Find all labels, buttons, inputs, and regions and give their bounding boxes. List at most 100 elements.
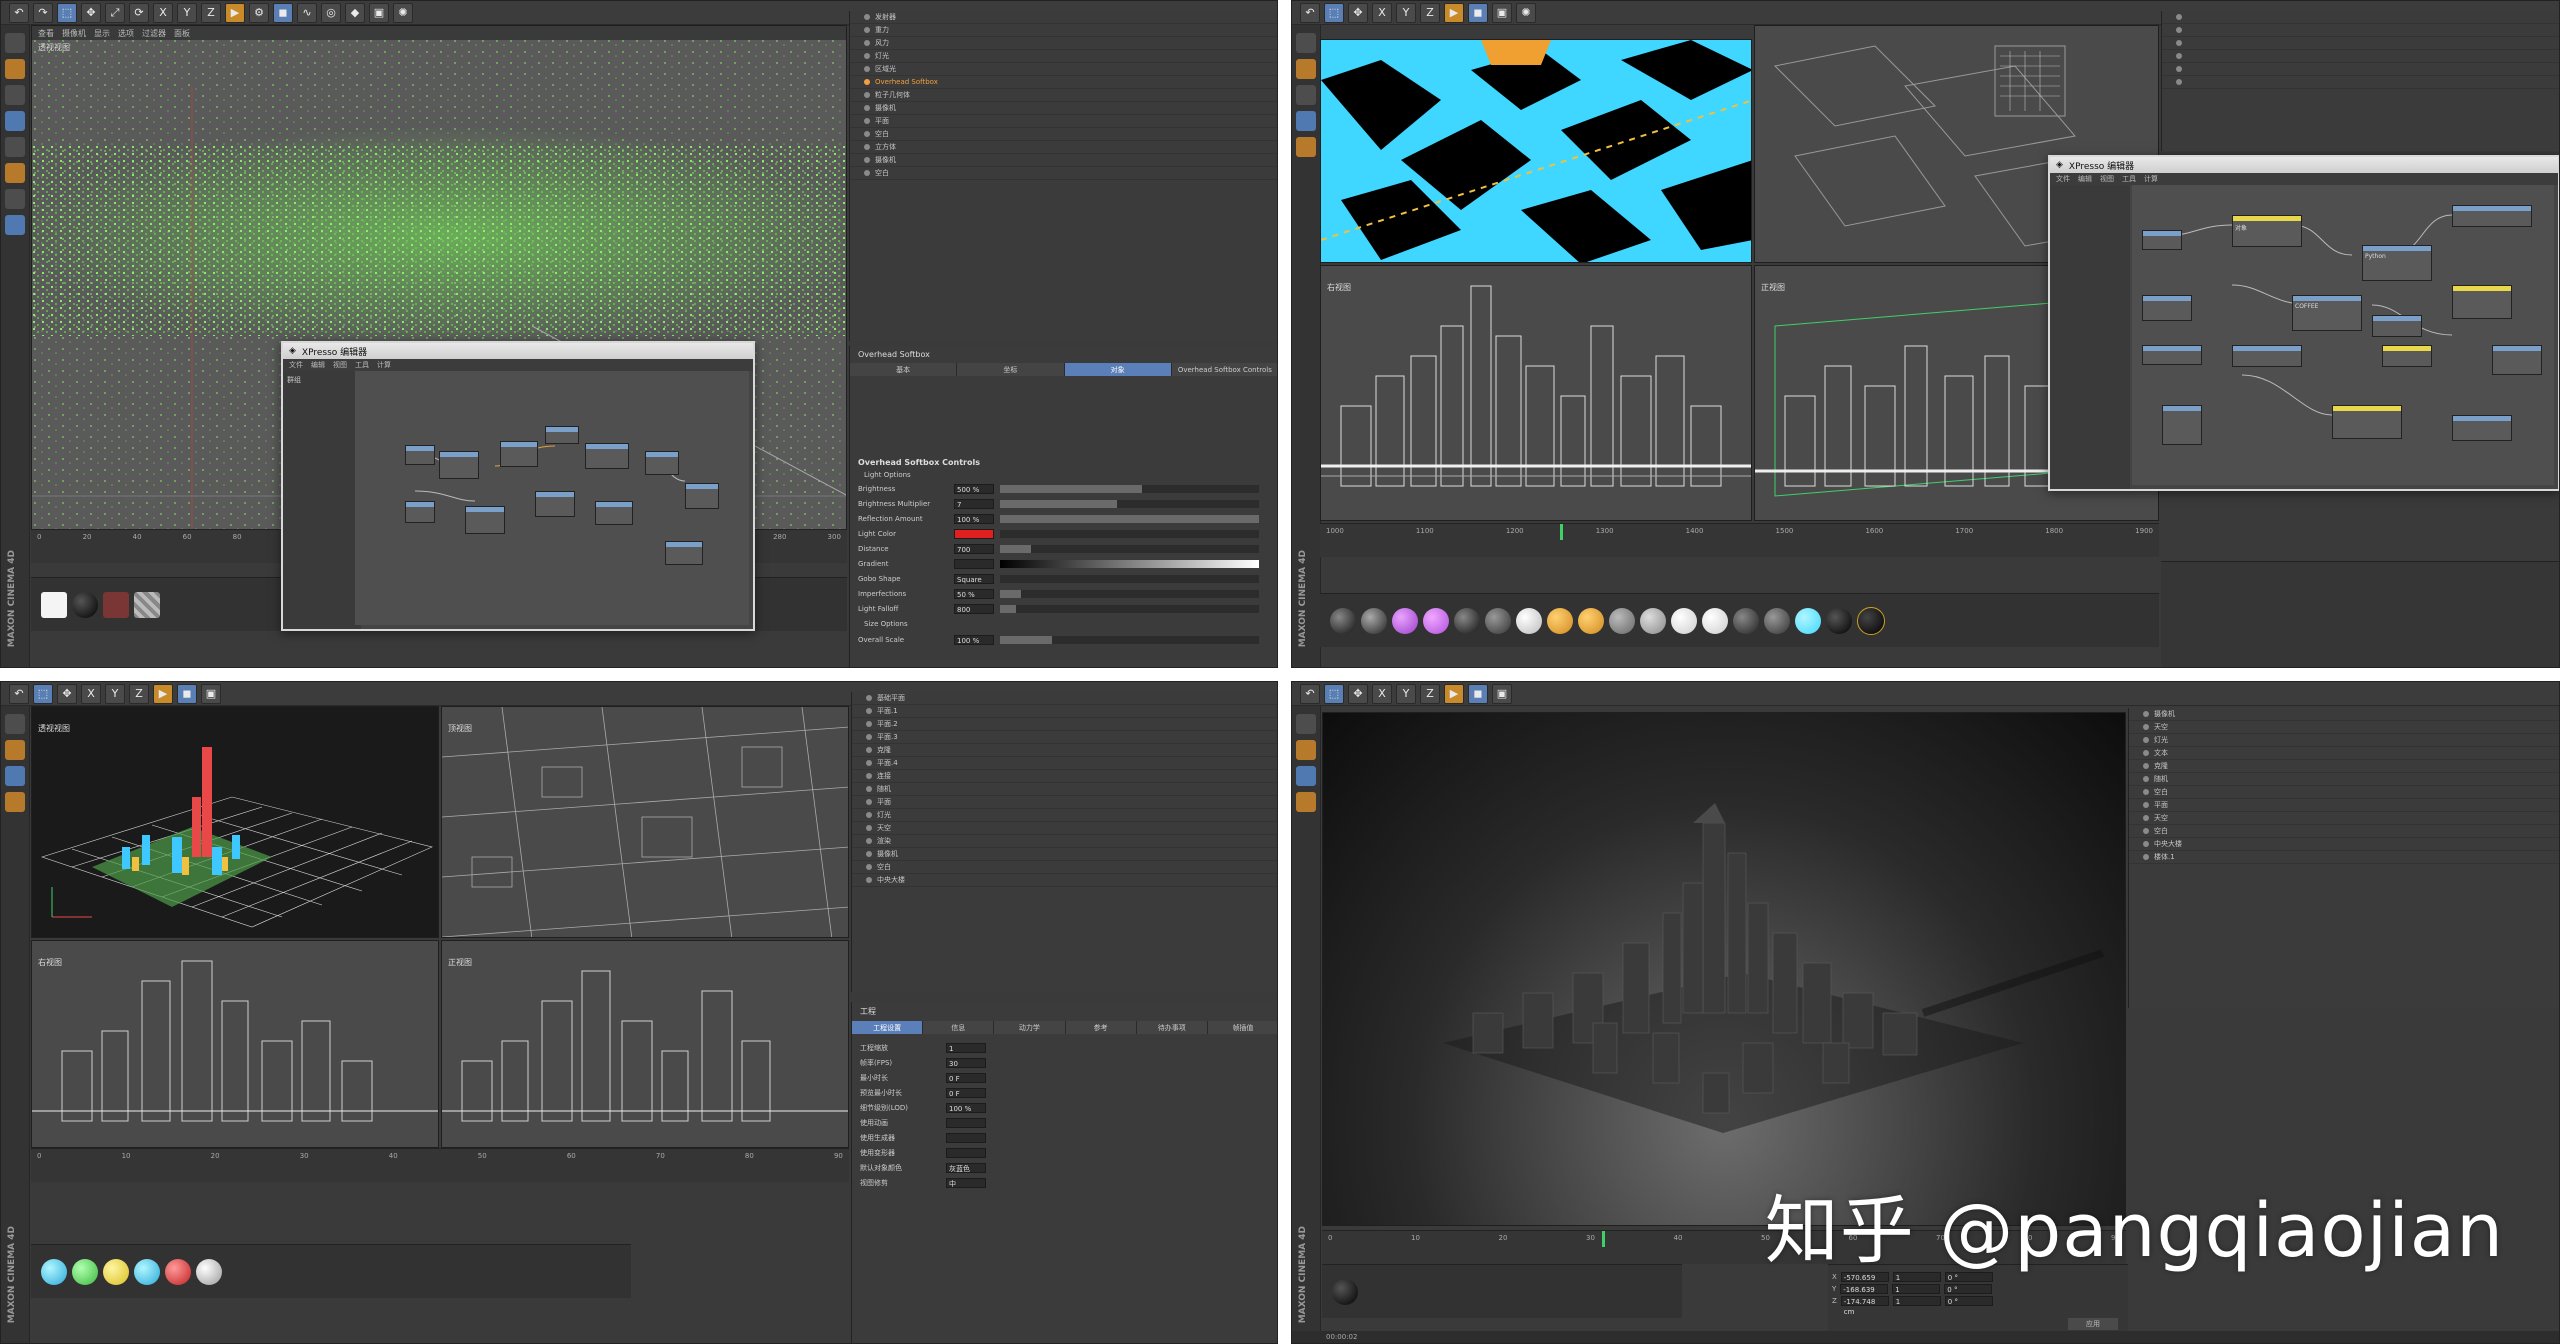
object-row[interactable]: 连接 <box>852 770 1277 783</box>
xpresso-node[interactable]: 对象 <box>2232 215 2302 247</box>
axis-mode-icon[interactable] <box>5 215 25 235</box>
xpresso-node[interactable] <box>2382 345 2432 367</box>
axis-x-button[interactable]: X <box>1372 2 1392 23</box>
object-row[interactable]: 基础平面 <box>852 692 1277 705</box>
edit-mode-icon[interactable] <box>1296 714 1316 734</box>
timeline[interactable]: 1000 1100 1200 1300 1400 1500 1600 1700 … <box>1320 523 2159 557</box>
material-swatch[interactable] <box>1330 607 1356 634</box>
render-icon[interactable]: ▶ <box>153 683 173 704</box>
cube-icon[interactable]: ◼ <box>273 2 293 23</box>
attr-slider[interactable] <box>1000 604 1259 613</box>
menu-view[interactable]: 视图 <box>2100 174 2114 184</box>
material-swatch[interactable] <box>1332 1278 1358 1305</box>
menu-view[interactable]: 视图 <box>333 360 347 370</box>
material-swatch[interactable] <box>196 1258 222 1285</box>
axis-z-button[interactable]: Z <box>201 2 221 23</box>
tab-project-settings[interactable]: 工程设置 <box>852 1021 924 1034</box>
redo-icon[interactable]: ↷ <box>33 2 53 23</box>
camera-icon[interactable]: ▣ <box>369 2 389 23</box>
polygons-mode-icon[interactable] <box>5 766 25 786</box>
attr-field[interactable]: 800 <box>954 603 994 614</box>
xpresso-node[interactable] <box>2452 285 2512 319</box>
object-row[interactable] <box>2162 50 2559 63</box>
object-row[interactable] <box>2162 63 2559 76</box>
cube-icon[interactable]: ◼ <box>177 683 197 704</box>
material-swatch[interactable] <box>103 1258 129 1285</box>
attr-field[interactable]: 100 % <box>954 634 994 645</box>
edit-mode-icon[interactable] <box>1296 33 1316 53</box>
object-row[interactable]: 空白 <box>850 167 1277 180</box>
axis-y-button[interactable]: Y <box>105 683 125 704</box>
undo-icon[interactable]: ↶ <box>1300 683 1320 704</box>
camera-icon[interactable]: ▣ <box>201 683 221 704</box>
xpresso-node[interactable] <box>2372 315 2422 337</box>
render-icon[interactable]: ▶ <box>1444 683 1464 704</box>
xpresso-titlebar[interactable]: ◈ XPresso 编辑器 <box>283 343 753 359</box>
coord-pos[interactable]: -174.748 cm <box>1840 1296 1889 1316</box>
xpresso-node[interactable] <box>545 426 579 444</box>
axis-y-button[interactable]: Y <box>1396 2 1416 23</box>
attr-field[interactable]: 0 F <box>946 1087 986 1098</box>
camera-icon[interactable]: ▣ <box>1492 2 1512 23</box>
xpresso-node[interactable] <box>535 491 575 517</box>
object-row[interactable]: 立方体 <box>850 141 1277 154</box>
coord-rot[interactable]: 0 ° <box>1944 1296 1993 1306</box>
object-row[interactable]: 重力 <box>850 24 1277 37</box>
object-row[interactable]: 随机 <box>2129 773 2559 786</box>
object-row[interactable] <box>2162 76 2559 89</box>
right-viewport[interactable]: 右视图 <box>31 940 439 1148</box>
attr-slider[interactable] <box>1000 544 1259 553</box>
object-row[interactable]: 平面.1 <box>852 705 1277 718</box>
xpresso-node[interactable] <box>500 441 538 467</box>
render-icon[interactable]: ▶ <box>225 2 245 23</box>
material-swatch[interactable] <box>1361 607 1387 634</box>
edit-mode-icon[interactable] <box>5 714 25 734</box>
attr-field[interactable]: 30 <box>946 1057 986 1068</box>
material-swatch[interactable] <box>1764 607 1790 634</box>
attr-slider[interactable] <box>1000 514 1259 523</box>
snap-icon[interactable] <box>5 792 25 812</box>
perspective-viewport[interactable]: 透视视图 <box>31 706 439 938</box>
xpresso-node[interactable] <box>2142 230 2182 250</box>
material-swatch[interactable] <box>1423 607 1449 634</box>
tab-todo[interactable]: 待办事项 <box>1136 1021 1208 1034</box>
xpresso-titlebar[interactable]: ◈ XPresso 编辑器 <box>2050 157 2558 173</box>
material-error[interactable] <box>103 591 129 618</box>
object-row[interactable]: 天空 <box>2129 721 2559 734</box>
object-row[interactable]: 克隆 <box>852 744 1277 757</box>
rotate-icon[interactable]: ⟳ <box>129 2 149 23</box>
material-swatch[interactable] <box>165 1258 191 1285</box>
menu-calc[interactable]: 计算 <box>377 360 391 370</box>
object-row[interactable]: 随机 <box>852 783 1277 796</box>
coord-pos[interactable]: -168.639 cm <box>1840 1284 1889 1304</box>
attr-field[interactable]: 700 <box>954 543 994 554</box>
menu-tools[interactable]: 工具 <box>2122 174 2136 184</box>
attr-field[interactable] <box>946 1132 986 1143</box>
xpresso-node[interactable]: Python <box>2362 245 2432 281</box>
material-swatch[interactable] <box>1609 607 1635 634</box>
object-row[interactable]: 平面 <box>852 796 1277 809</box>
attr-field[interactable] <box>946 1117 986 1128</box>
object-row[interactable]: 空白 <box>2129 786 2559 799</box>
tab-coord[interactable]: 坐标 <box>957 363 1065 376</box>
cube-icon[interactable]: ◼ <box>1468 2 1488 23</box>
tab-reference[interactable]: 参考 <box>1065 1021 1137 1034</box>
timeline-playhead[interactable] <box>1560 524 1563 540</box>
tab-basic[interactable]: 基本 <box>850 363 958 376</box>
select-icon[interactable]: ⬚ <box>57 2 77 23</box>
menu-calc[interactable]: 计算 <box>2144 174 2158 184</box>
material-swatch[interactable] <box>1733 607 1759 634</box>
material-swatch[interactable] <box>1516 607 1542 634</box>
menu-file[interactable]: 文件 <box>289 360 303 370</box>
object-row[interactable]: 克隆 <box>2129 760 2559 773</box>
workplane-icon[interactable] <box>5 189 25 209</box>
attr-field[interactable]: 100 % <box>954 513 994 524</box>
material-swatch[interactable] <box>1826 607 1852 634</box>
perspective-viewport[interactable] <box>1320 39 1752 263</box>
object-row[interactable]: 平面.2 <box>852 718 1277 731</box>
material-swatch[interactable] <box>134 1258 160 1285</box>
edges-mode-icon[interactable] <box>5 85 25 105</box>
material-swatch[interactable] <box>1485 607 1511 634</box>
undo-icon[interactable]: ↶ <box>9 683 29 704</box>
attr-slider[interactable] <box>1000 559 1259 568</box>
